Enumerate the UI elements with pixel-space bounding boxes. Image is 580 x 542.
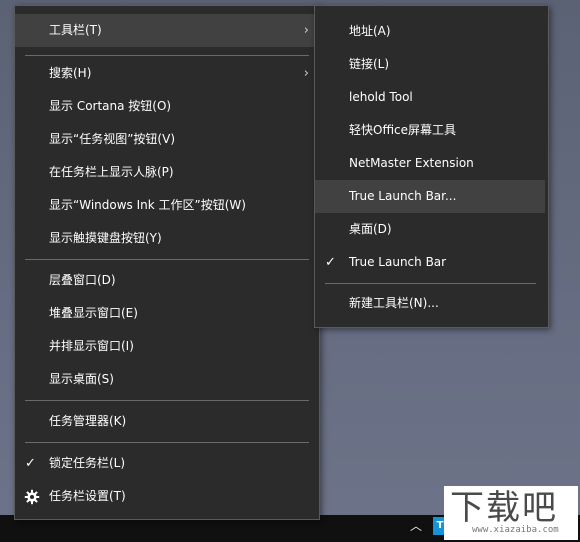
submenu-item-new-toolbar[interactable]: 新建工具栏(N)...	[315, 287, 548, 320]
menu-item-label: 层叠窗口(D)	[49, 273, 116, 287]
menu-item-show-cortana[interactable]: 显示 Cortana 按钮(O)	[15, 90, 319, 123]
menu-item-label: 轻快Office屏幕工具	[349, 123, 457, 137]
menu-item-label: 任务管理器(K)	[49, 414, 127, 428]
watermark-url: www.xiazaiba.com	[472, 525, 559, 535]
submenu-item-true-launch-bar-more[interactable]: True Launch Bar...	[315, 180, 545, 213]
submenu-item-lehold-tool[interactable]: lehold Tool	[315, 81, 548, 114]
menu-separator	[325, 283, 536, 284]
menu-item-taskbar-settings[interactable]: 任务栏设置(T)	[15, 480, 319, 513]
menu-item-cascade-windows[interactable]: 层叠窗口(D)	[15, 264, 319, 297]
menu-separator	[25, 259, 309, 260]
menu-item-label: 堆叠显示窗口(E)	[49, 306, 138, 320]
menu-item-label: 显示桌面(S)	[49, 372, 114, 386]
menu-item-show-people[interactable]: 在任务栏上显示人脉(P)	[15, 156, 319, 189]
submenu-item-qingkuai-office[interactable]: 轻快Office屏幕工具	[315, 114, 548, 147]
menu-item-label: 显示“Windows Ink 工作区”按钮(W)	[49, 198, 246, 212]
menu-item-show-windows-ink[interactable]: 显示“Windows Ink 工作区”按钮(W)	[15, 189, 319, 222]
watermark-logo: 下载吧 www.xiazaiba.com	[444, 486, 578, 540]
menu-item-label: 新建工具栏(N)...	[349, 296, 439, 310]
menu-item-label: 显示 Cortana 按钮(O)	[49, 99, 172, 113]
menu-item-label: 搜索(H)	[49, 66, 92, 80]
menu-item-label: NetMaster Extension	[349, 156, 474, 170]
menu-item-show-desktop[interactable]: 显示桌面(S)	[15, 363, 319, 396]
menu-item-label: 桌面(D)	[349, 222, 392, 236]
menu-item-task-manager[interactable]: 任务管理器(K)	[15, 405, 319, 438]
menu-separator	[25, 400, 309, 401]
submenu-item-links[interactable]: 链接(L)	[315, 48, 548, 81]
menu-item-side-by-side[interactable]: 并排显示窗口(I)	[15, 330, 319, 363]
menu-item-label: 在任务栏上显示人脉(P)	[49, 165, 174, 179]
menu-item-label: 显示“任务视图”按钮(V)	[49, 132, 176, 146]
taskbar-context-menu: 工具栏(T) › 搜索(H) › 显示 Cortana 按钮(O) 显示“任务视…	[14, 5, 320, 520]
chevron-right-icon: ›	[303, 66, 309, 81]
menu-item-label: 任务栏设置(T)	[49, 489, 126, 503]
watermark-text: 下载吧	[450, 488, 558, 528]
menu-item-label: 链接(L)	[349, 57, 390, 71]
menu-item-label: 并排显示窗口(I)	[49, 339, 134, 353]
submenu-item-address[interactable]: 地址(A)	[315, 15, 548, 48]
menu-item-label: 工具栏(T)	[49, 23, 102, 37]
check-icon: ✓	[25, 456, 36, 471]
menu-separator	[25, 442, 309, 443]
submenu-item-true-launch-bar[interactable]: ✓ True Launch Bar	[315, 246, 548, 279]
menu-item-search[interactable]: 搜索(H) ›	[15, 57, 319, 90]
menu-separator	[25, 55, 309, 56]
check-icon: ✓	[325, 255, 336, 270]
submenu-item-desktop[interactable]: 桌面(D)	[315, 213, 548, 246]
menu-item-label: True Launch Bar	[349, 255, 447, 269]
menu-item-label: 地址(A)	[349, 24, 391, 38]
menu-item-show-task-view[interactable]: 显示“任务视图”按钮(V)	[15, 123, 319, 156]
menu-item-lock-taskbar[interactable]: ✓ 锁定任务栏(L)	[15, 447, 319, 480]
chevron-right-icon: ›	[303, 23, 309, 38]
toolbars-submenu: 地址(A) 链接(L) lehold Tool 轻快Office屏幕工具 Net…	[314, 5, 549, 328]
show-hidden-icons-chevron-icon[interactable]: ︿	[408, 517, 424, 535]
gear-icon	[24, 489, 40, 505]
menu-item-label: 显示触摸键盘按钮(Y)	[49, 231, 162, 245]
menu-item-show-touch-keyboard[interactable]: 显示触摸键盘按钮(Y)	[15, 222, 319, 255]
menu-item-toolbars[interactable]: 工具栏(T) ›	[15, 14, 319, 47]
menu-item-label: True Launch Bar...	[349, 189, 457, 203]
menu-item-label: 锁定任务栏(L)	[49, 456, 126, 470]
submenu-item-netmaster[interactable]: NetMaster Extension	[315, 147, 548, 180]
menu-item-label: lehold Tool	[349, 90, 413, 104]
menu-item-stack-windows[interactable]: 堆叠显示窗口(E)	[15, 297, 319, 330]
